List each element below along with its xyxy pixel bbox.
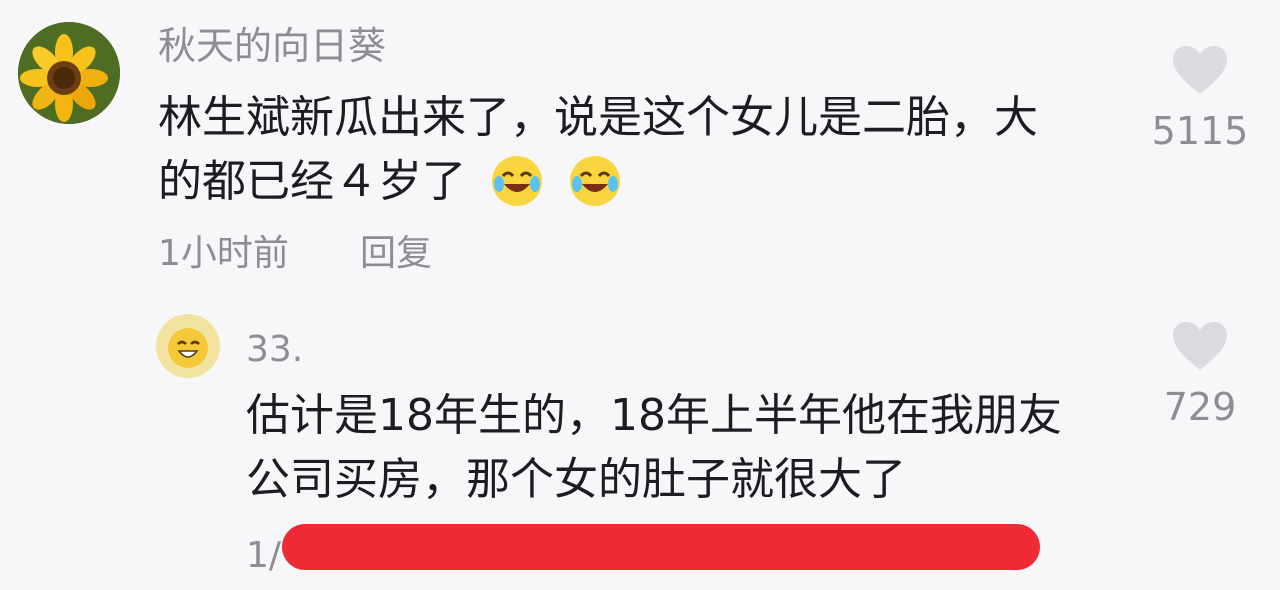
reply-timestamp-partial: 1/ — [246, 535, 282, 576]
laugh-cry-emoji-icon — [492, 156, 542, 206]
reply-text-line: 公司买房，那个女的肚子就很大了 — [246, 454, 906, 505]
reply-username[interactable]: 33. — [246, 332, 303, 368]
reply-button[interactable]: 回复 — [360, 236, 432, 272]
like-count: 729 — [1163, 385, 1237, 429]
like-button[interactable]: 5115 — [1140, 44, 1260, 150]
comment-username[interactable]: 秋天的向日葵 — [158, 27, 386, 65]
sunflower-avatar[interactable] — [18, 22, 120, 124]
redaction-bar — [282, 524, 1040, 570]
comment-thread: 秋天的向日葵 林生斌新瓜出来了，说是这个女儿是二胎，大 的都已经４岁了 1小时前… — [0, 0, 1280, 590]
emoji-avatar-icon — [156, 314, 220, 378]
sunflower-icon — [18, 22, 120, 124]
like-count: 5115 — [1151, 109, 1249, 153]
heart-icon — [1173, 322, 1227, 370]
reply-text: 估计是18年生的，18年上半年他在我朋友 公司买房，那个女的肚子就很大了 — [246, 384, 1062, 512]
heart-icon — [1173, 46, 1227, 94]
laugh-cry-emoji-icon — [570, 156, 620, 206]
comment-text: 林生斌新瓜出来了，说是这个女儿是二胎，大 的都已经４岁了 — [158, 86, 1038, 214]
reply-text-line: 估计是18年生的，18年上半年他在我朋友 — [246, 390, 1062, 441]
emoji-avatar[interactable] — [156, 314, 220, 378]
comment-timestamp: 1小时前 — [158, 233, 289, 274]
like-button[interactable]: 729 — [1140, 320, 1260, 426]
comment-text-line: 林生斌新瓜出来了，说是这个女儿是二胎，大 — [158, 92, 1038, 143]
comment-text-line: 的都已经４岁了 — [158, 156, 466, 207]
comment-text-line-with-emoji: 的都已经４岁了 — [158, 150, 1038, 214]
